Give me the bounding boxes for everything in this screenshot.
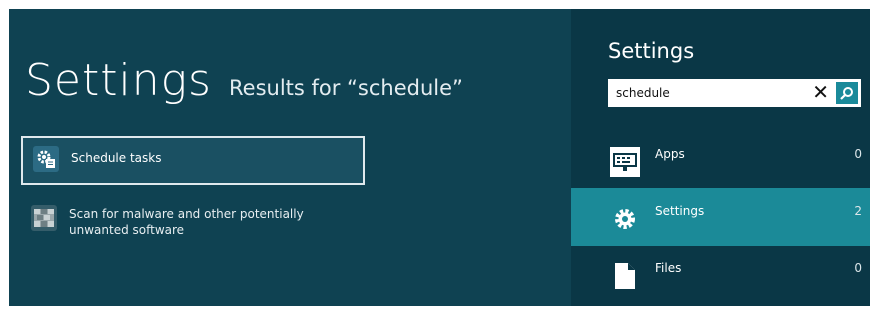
result-label: Scan for malware and other potentially u… bbox=[69, 207, 304, 237]
search-box[interactable]: schedule ✕ bbox=[608, 79, 861, 107]
clear-icon[interactable]: ✕ bbox=[812, 81, 829, 103]
results-subtitle: Results for “schedule” bbox=[229, 76, 463, 100]
result-label: Schedule tasks bbox=[71, 151, 162, 165]
search-pane: Settings schedule ✕ Apps 0 Settings 2 Fi… bbox=[571, 9, 870, 306]
page-title: Settings bbox=[25, 55, 212, 106]
gear-icon bbox=[610, 204, 640, 234]
search-pane-title: Settings bbox=[608, 39, 695, 63]
file-icon bbox=[610, 261, 640, 291]
category-files[interactable]: Files 0 bbox=[571, 245, 870, 303]
search-icon bbox=[840, 87, 853, 100]
category-count: 0 bbox=[854, 147, 862, 161]
category-count: 0 bbox=[854, 261, 862, 275]
result-scan-malware[interactable]: Scan for malware and other potentially u… bbox=[21, 197, 365, 246]
category-count: 2 bbox=[854, 204, 862, 218]
keyboard-icon bbox=[610, 147, 640, 177]
category-settings[interactable]: Settings 2 bbox=[571, 188, 870, 246]
category-label: Files bbox=[655, 261, 682, 275]
search-screen: Settings Results for “schedule” Schedule… bbox=[9, 9, 870, 306]
schedule-tasks-icon bbox=[33, 146, 59, 172]
result-schedule-tasks[interactable]: Schedule tasks bbox=[21, 136, 365, 185]
search-button[interactable] bbox=[836, 82, 858, 104]
results-panel: Settings Results for “schedule” Schedule… bbox=[9, 9, 571, 306]
category-apps[interactable]: Apps 0 bbox=[571, 131, 870, 189]
defender-icon bbox=[31, 205, 57, 231]
category-label: Settings bbox=[655, 204, 705, 218]
search-input[interactable]: schedule bbox=[616, 86, 670, 100]
category-label: Apps bbox=[655, 147, 685, 161]
